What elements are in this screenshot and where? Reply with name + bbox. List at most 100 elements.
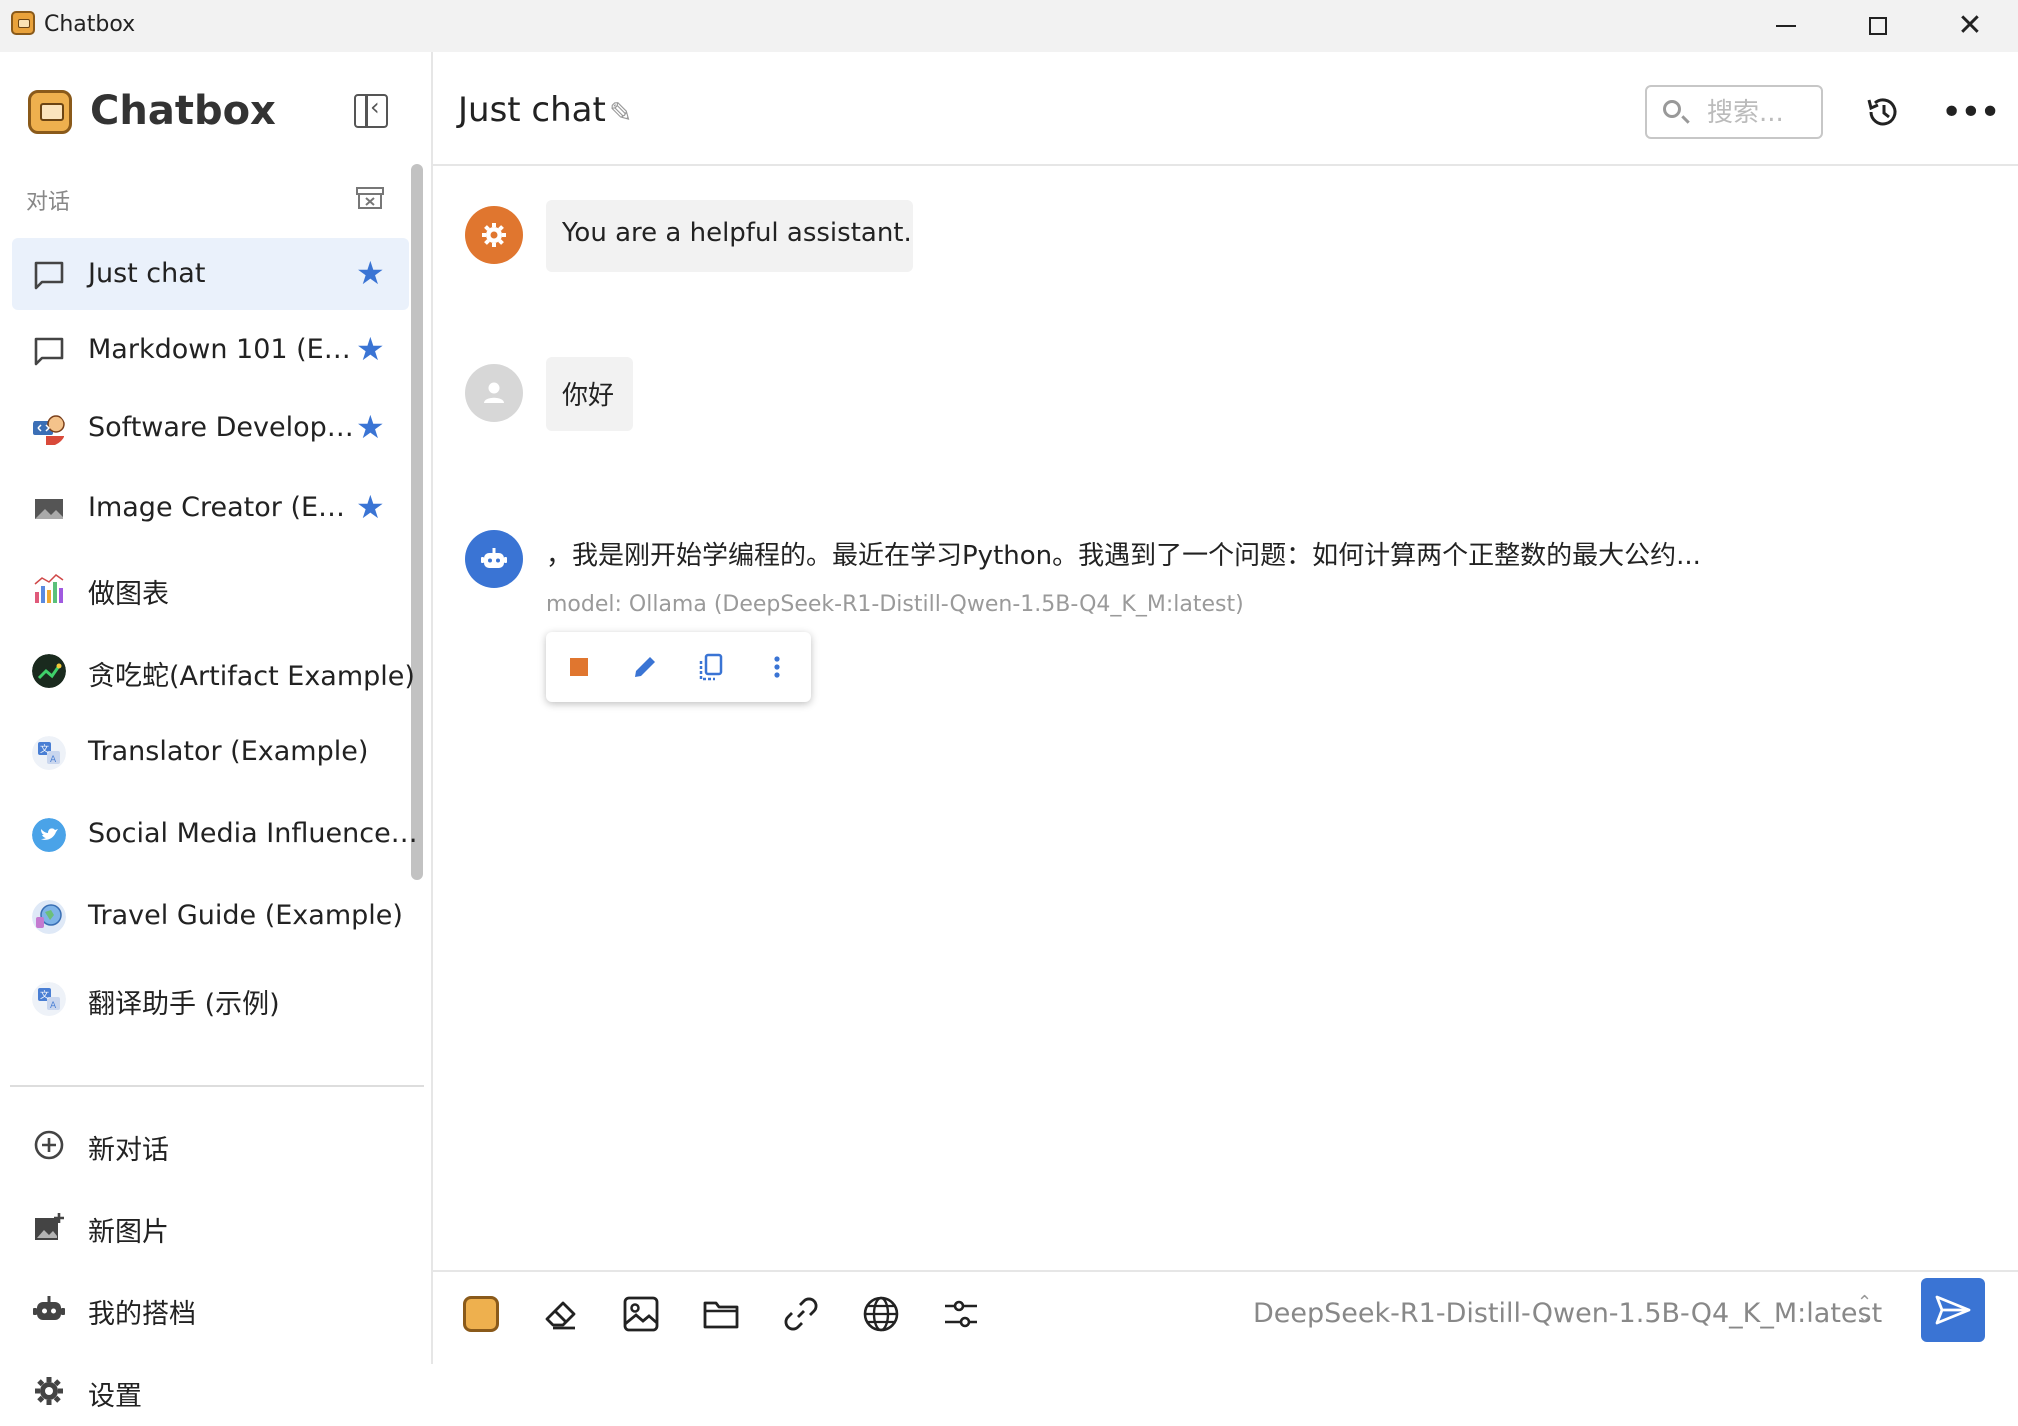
copy-message-button[interactable] — [694, 650, 728, 684]
snake-game-avatar-icon — [32, 654, 66, 688]
web-search-button[interactable] — [859, 1292, 903, 1336]
collapse-sidebar-button[interactable] — [354, 93, 388, 128]
conversation-label: Social Media Influence… — [88, 818, 418, 849]
new-image-label: 新图片 — [88, 1217, 169, 1248]
clear-context-button[interactable] — [539, 1292, 583, 1336]
globe-avatar-icon — [32, 900, 66, 934]
copy-icon — [699, 653, 723, 681]
stop-icon — [570, 658, 588, 676]
history-icon[interactable] — [1865, 94, 1901, 130]
sidebar: Chatbox 对话 Just chat ★ Markdown 101 (E… … — [0, 52, 433, 1412]
pencil-icon — [635, 657, 655, 677]
my-copilots-button[interactable]: 我的搭档 — [12, 1274, 409, 1344]
link-icon — [784, 1297, 818, 1331]
chevron-up-down-icon[interactable]: ⌃ ⌄ — [1857, 1294, 1872, 1326]
person-icon — [484, 382, 504, 403]
add-circle-icon — [34, 1130, 64, 1160]
search-input[interactable] — [1705, 95, 1819, 131]
close-window-button[interactable]: ✕ — [1924, 0, 2016, 52]
my-copilots-label: 我的搭档 — [88, 1299, 196, 1330]
message-toolbar — [546, 632, 811, 702]
conversation-item-travel-guide[interactable]: Travel Guide (Example) — [12, 880, 409, 952]
conversation-item-image-creator[interactable]: Image Creator (E… ★ — [12, 472, 409, 544]
user-message: 你好 — [546, 357, 633, 431]
new-image-button[interactable]: 新图片 — [12, 1192, 409, 1262]
conversation-label: Image Creator (E… — [88, 492, 346, 523]
star-icon[interactable]: ★ — [356, 254, 385, 292]
more-vertical-icon — [774, 656, 780, 678]
input-toolbar: DeepSeek-R1-Distill-Qwen-1.5B-Q4_K_M:lat… — [433, 1270, 2018, 1364]
svg-text:文: 文 — [40, 989, 49, 1001]
new-chat-label: 新对话 — [88, 1135, 169, 1166]
model-selector[interactable]: DeepSeek-R1-Distill-Qwen-1.5B-Q4_K_M:lat… — [1253, 1298, 1882, 1329]
conversation-item-software-developer[interactable]: Software Develop… ★ — [12, 392, 409, 464]
sidebar-divider — [10, 1085, 424, 1087]
minimize-button[interactable] — [1740, 0, 1832, 52]
edit-title-icon[interactable]: ✎ — [609, 96, 632, 129]
maximize-button[interactable] — [1832, 0, 1924, 52]
chatbox-logo-icon — [463, 1296, 499, 1332]
gear-icon — [482, 223, 506, 247]
maximize-icon — [1869, 17, 1887, 35]
search-icon — [1663, 100, 1681, 118]
conversation-label: 做图表 — [88, 579, 169, 610]
archive-icon[interactable] — [356, 186, 384, 210]
star-icon[interactable]: ★ — [356, 330, 385, 368]
conversation-label: 翻译助手 (示例) — [88, 989, 280, 1020]
svg-text:A: A — [50, 1001, 57, 1011]
conversation-item-just-chat[interactable]: Just chat ★ — [12, 238, 409, 310]
new-chat-button[interactable]: 新对话 — [12, 1110, 409, 1180]
conversation-item-chart[interactable]: 做图表 — [12, 552, 409, 624]
brand-title: Chatbox — [90, 88, 276, 134]
globe-icon — [863, 1296, 899, 1332]
attach-file-button[interactable] — [699, 1292, 743, 1336]
conversation-label: Just chat — [88, 258, 206, 289]
add-image-icon — [35, 1213, 64, 1240]
svg-text:A: A — [50, 755, 57, 765]
send-icon — [1935, 1295, 1971, 1325]
window-titlebar: Chatbox ✕ — [0, 0, 2018, 52]
edit-message-button[interactable] — [628, 650, 662, 684]
star-icon[interactable]: ★ — [356, 408, 385, 446]
sidebar-scrollbar[interactable] — [411, 164, 423, 880]
conversation-item-social-media[interactable]: Social Media Influence… — [12, 798, 418, 870]
system-message: You are a helpful assistant. — [546, 200, 913, 272]
conversation-label: Translator (Example) — [88, 736, 369, 767]
more-options-icon[interactable]: ••• — [1941, 95, 2001, 131]
robot-icon — [33, 1296, 65, 1320]
settings-button[interactable]: 设置 — [12, 1356, 409, 1426]
message-more-button[interactable] — [760, 650, 794, 684]
chat-bubble-icon — [34, 261, 64, 290]
chart-avatar-icon — [34, 574, 64, 603]
conversation-item-markdown[interactable]: Markdown 101 (E… ★ — [12, 314, 409, 386]
conversation-item-translator[interactable]: 文A Translator (Example) — [12, 716, 409, 788]
window-title: Chatbox — [44, 12, 136, 37]
assistant-avatar — [465, 530, 523, 588]
chat-header: Just chat ✎ ••• — [433, 52, 2018, 166]
chat-settings-button[interactable] — [939, 1292, 983, 1336]
user-avatar — [465, 364, 523, 422]
attach-image-button[interactable] — [619, 1292, 663, 1336]
section-label: 对话 — [26, 190, 71, 215]
conversation-item-translation-assistant[interactable]: 文A 翻译助手 (示例) — [12, 962, 409, 1034]
conversation-item-snake[interactable]: 贪吃蛇(Artifact Example) — [12, 634, 415, 706]
folder-icon — [703, 1301, 739, 1329]
chat-bubble-icon — [34, 337, 64, 366]
star-icon[interactable]: ★ — [356, 488, 385, 526]
copilot-button[interactable] — [459, 1292, 503, 1336]
chatbox-logo-icon — [28, 90, 72, 134]
app-icon — [11, 11, 35, 35]
minimize-icon — [1776, 25, 1796, 27]
model-info: model: Ollama (DeepSeek-R1-Distill-Qwen-… — [546, 592, 1244, 617]
translate-avatar-icon: 文A — [32, 736, 66, 770]
send-button[interactable] — [1921, 1278, 1985, 1342]
attach-link-button[interactable] — [779, 1292, 823, 1336]
page-title: Just chat — [458, 90, 606, 130]
conversation-label: Markdown 101 (E… — [88, 334, 351, 365]
conversation-label: Travel Guide (Example) — [88, 900, 403, 931]
search-box[interactable] — [1645, 85, 1823, 139]
twitter-avatar-icon — [32, 818, 66, 852]
system-avatar — [465, 206, 523, 264]
conversation-label: 贪吃蛇(Artifact Example) — [88, 661, 415, 692]
stop-generating-button[interactable] — [562, 650, 596, 684]
